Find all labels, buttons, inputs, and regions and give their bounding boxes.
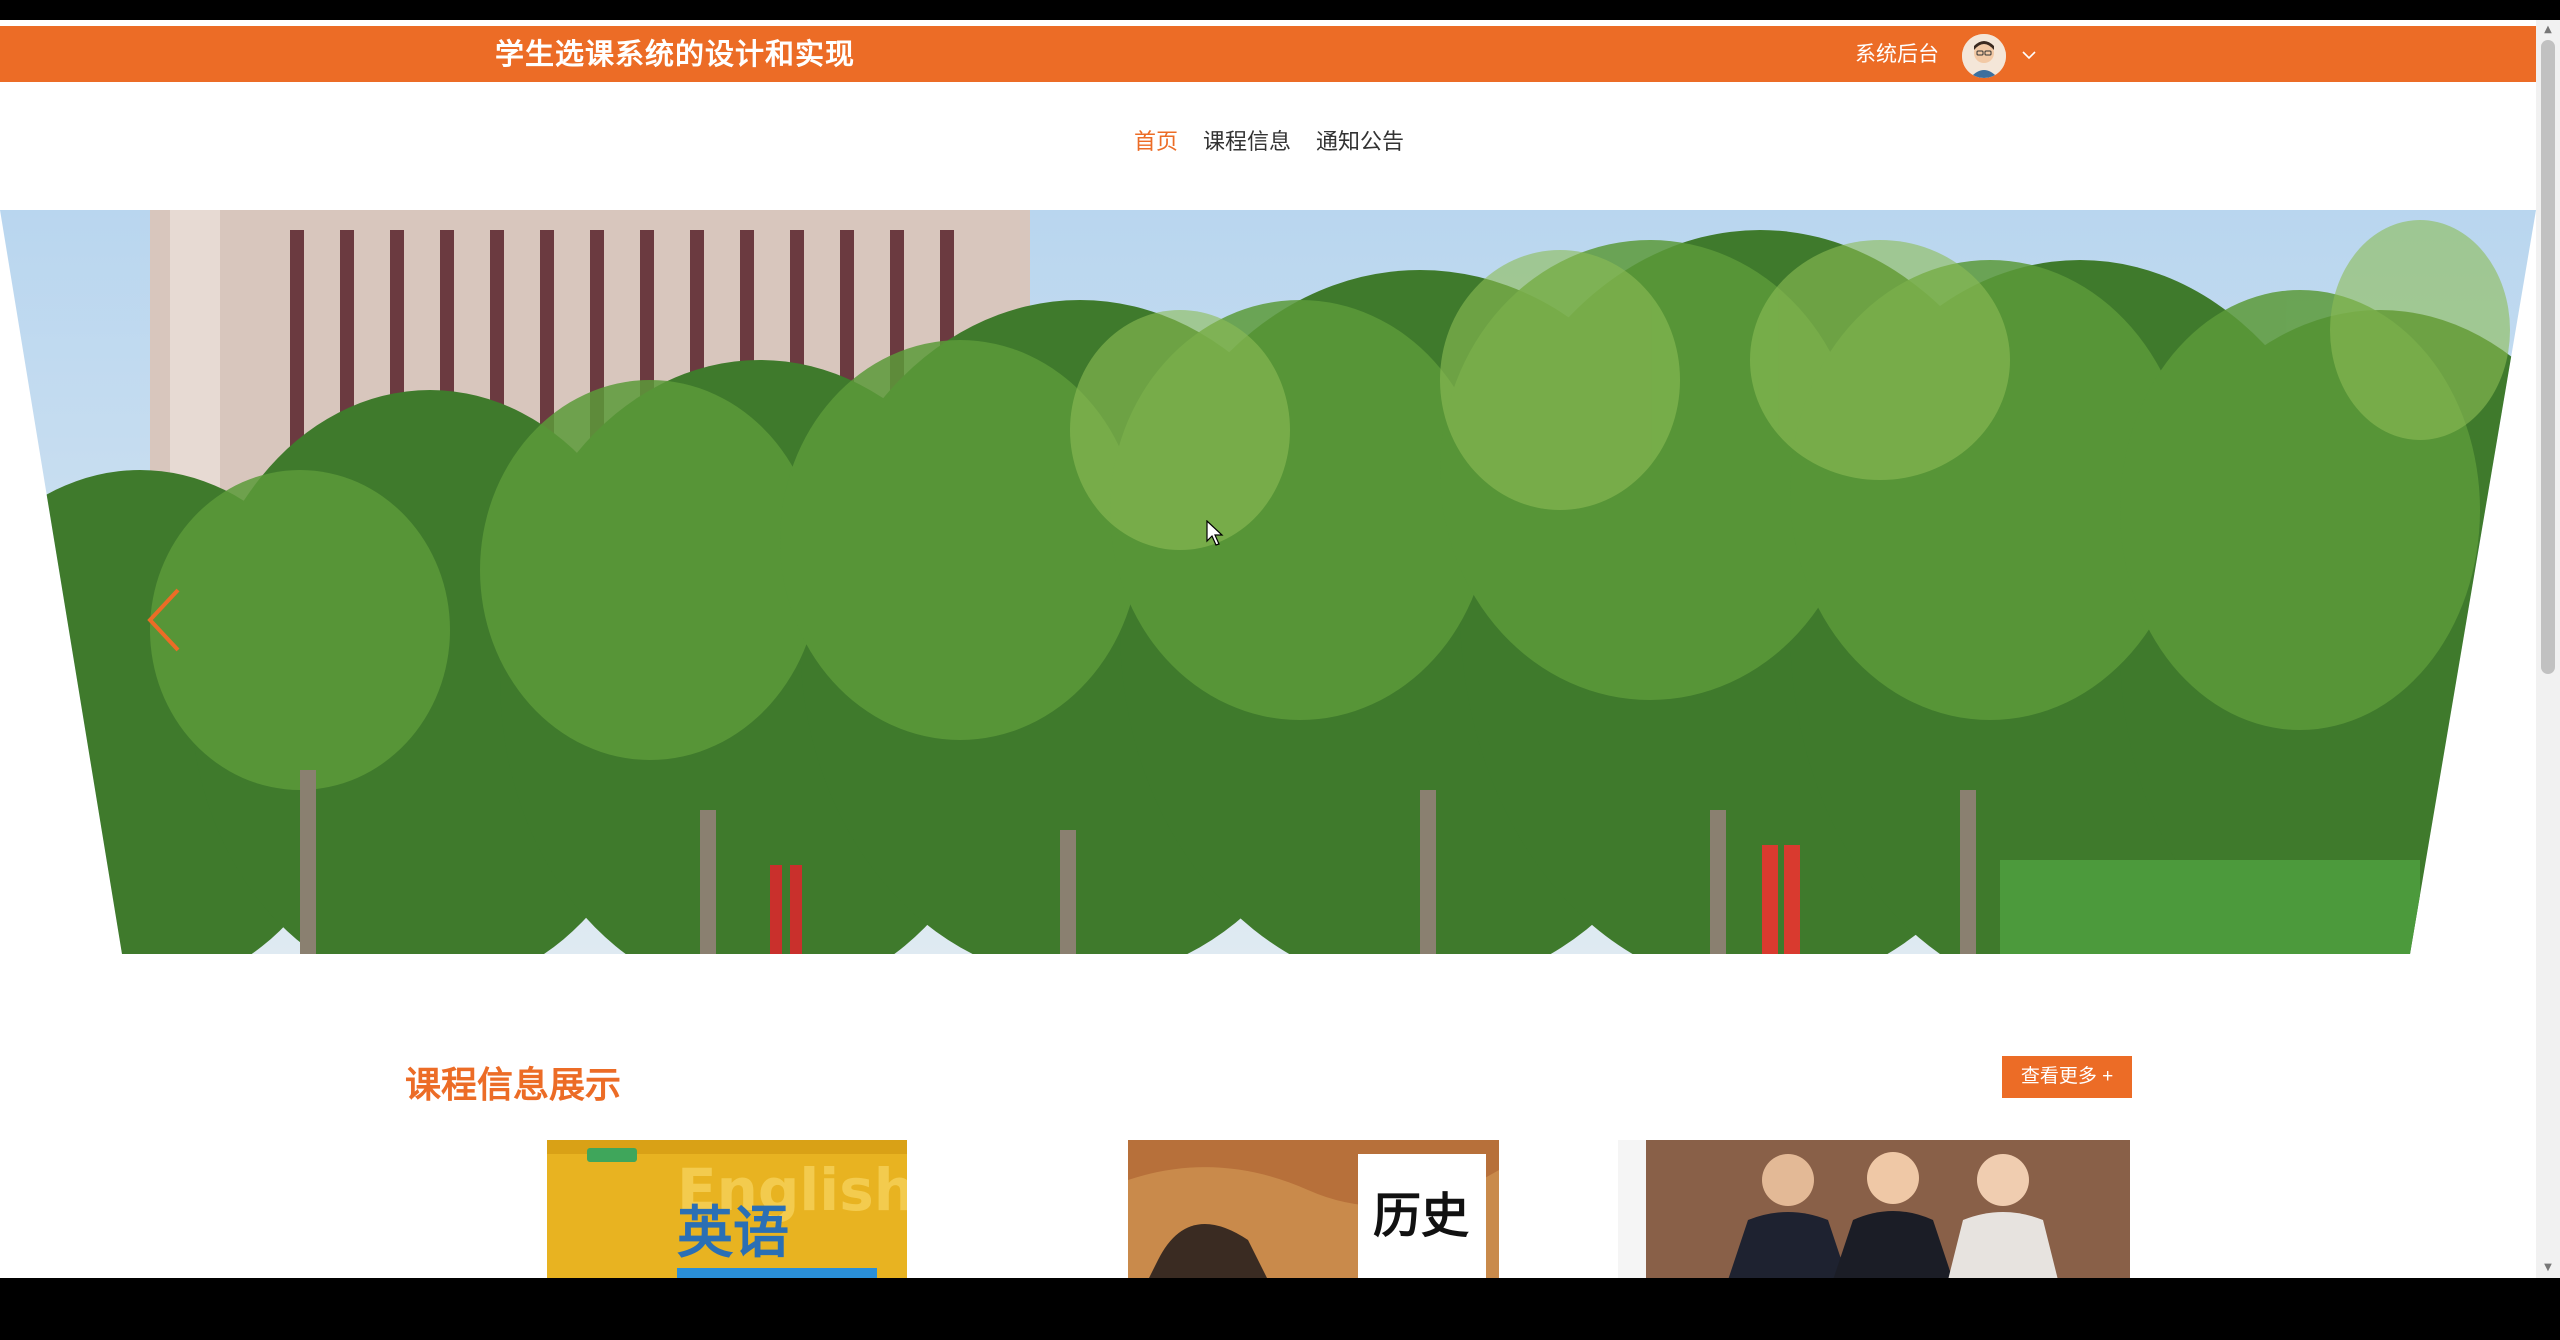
mouse-cursor-icon bbox=[1206, 519, 1224, 546]
vertical-scrollbar[interactable]: ▲ ▼ bbox=[2536, 20, 2560, 1278]
hero-carousel[interactable] bbox=[0, 210, 2536, 954]
chevron-left-icon[interactable] bbox=[140, 580, 190, 660]
scrollbar-thumb[interactable] bbox=[2541, 40, 2555, 674]
chevron-down-icon[interactable] bbox=[2022, 26, 2036, 82]
card-image-title: 历史 bbox=[1373, 1188, 1469, 1244]
scroll-up-arrow-icon[interactable]: ▲ bbox=[2536, 22, 2560, 38]
nav-item-courses[interactable]: 课程信息 bbox=[1203, 124, 1291, 156]
top-header-bar: 学生选课系统的设计和实现 系统后台 bbox=[0, 26, 2536, 82]
courses-section-title: 课程信息展示 bbox=[405, 1065, 622, 1106]
system-admin-link[interactable]: 系统后台 bbox=[1855, 26, 1939, 82]
course-card[interactable] bbox=[1618, 1140, 2130, 1278]
card-image-title: 英语 bbox=[677, 1201, 789, 1266]
course-card[interactable]: English 英语 bbox=[547, 1140, 907, 1278]
browser-viewport: 学生选课系统的设计和实现 系统后台 首页 课程信息 通知公告 课程信息展示 查看… bbox=[0, 20, 2536, 1278]
nav-item-notices[interactable]: 通知公告 bbox=[1316, 124, 1404, 156]
nav-item-home[interactable]: 首页 bbox=[1134, 124, 1178, 156]
view-more-button[interactable]: 查看更多 + bbox=[2002, 1056, 2132, 1098]
scroll-down-arrow-icon[interactable]: ▼ bbox=[2536, 1260, 2560, 1276]
course-card[interactable]: 历史 bbox=[1128, 1140, 1499, 1278]
site-title: 学生选课系统的设计和实现 bbox=[495, 37, 856, 71]
user-avatar-icon[interactable] bbox=[1962, 34, 2006, 78]
